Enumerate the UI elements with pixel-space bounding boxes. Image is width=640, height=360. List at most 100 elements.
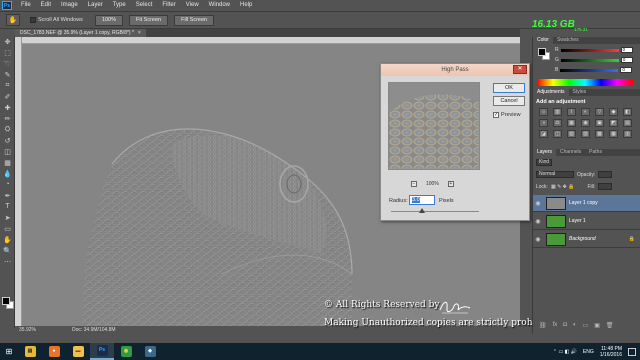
adjustment-icon[interactable]: ▽ — [595, 108, 604, 116]
panel-foreground-swatch[interactable] — [538, 48, 546, 56]
radius-slider[interactable] — [391, 208, 479, 213]
layers-footer-icon[interactable]: 🗑 — [606, 322, 614, 329]
menu-image[interactable]: Image — [56, 0, 83, 11]
adjustment-icon[interactable]: ▤ — [623, 119, 632, 127]
blue-value[interactable]: 0 — [620, 67, 633, 73]
blur-tool-icon[interactable]: 💧 — [0, 168, 15, 179]
tab-channels[interactable]: Channels — [556, 149, 585, 156]
tab-styles[interactable]: Styles — [569, 89, 591, 96]
layers-footer-icon[interactable]: ⛓ — [539, 322, 547, 329]
menu-filter[interactable]: Filter — [157, 0, 180, 11]
horizontal-ruler[interactable] — [22, 37, 520, 44]
tab-adjustments[interactable]: Adjustments — [533, 89, 569, 96]
marquee-tool-icon[interactable]: ⬚ — [0, 47, 15, 58]
notification-icon[interactable] — [628, 347, 636, 356]
visibility-eye-icon[interactable]: ◉ — [533, 236, 543, 243]
green-slider[interactable] — [560, 58, 619, 62]
fit-screen-button[interactable]: Fit Screen — [129, 14, 169, 26]
more-tools-icon[interactable]: ⋯ — [0, 256, 15, 267]
pen-tool-icon[interactable]: ✒ — [0, 190, 15, 201]
layer-row[interactable]: ◉ Layer 1 — [533, 213, 640, 230]
blend-mode-dropdown[interactable]: Normal — [536, 171, 574, 178]
tab-swatches[interactable]: Swatches — [553, 37, 583, 44]
type-tool-icon[interactable]: T — [0, 201, 15, 212]
crop-tool-icon[interactable]: ⌗ — [0, 80, 15, 91]
adjustment-icon[interactable]: ▨ — [581, 130, 590, 138]
tray-icons[interactable]: ⌃ ▭ ◧ 🔊 — [553, 349, 577, 355]
shape-tool-icon[interactable]: ▭ — [0, 223, 15, 234]
kind-filter-dropdown[interactable]: Kind — [536, 159, 553, 166]
windows-start-icon[interactable]: ⊞ — [0, 343, 18, 360]
lock-icons[interactable]: ▦ ✎ ✥ 🔒 — [551, 184, 575, 190]
adjustment-icon[interactable]: ◑ — [539, 119, 548, 127]
taskbar-app[interactable]: ▤ — [18, 343, 42, 360]
taskbar-app[interactable]: ◈ — [138, 343, 162, 360]
opacity-field[interactable] — [598, 171, 613, 178]
menu-window[interactable]: Window — [204, 0, 235, 11]
clock[interactable]: 11:48 PM 1/16/2016 — [600, 346, 622, 358]
document-close-icon[interactable]: × — [138, 29, 141, 37]
clone-stamp-tool-icon[interactable]: ⛭ — [0, 124, 15, 135]
color-spectrum[interactable] — [537, 79, 633, 86]
layers-footer-icon[interactable]: fx — [553, 322, 558, 329]
zoom-tool-icon[interactable]: 🔍 — [0, 245, 15, 256]
ok-button[interactable]: OK — [493, 83, 525, 93]
foreground-background-colors[interactable] — [2, 297, 14, 309]
taskbar-app[interactable]: ◉ — [114, 343, 138, 360]
radius-value[interactable]: 3.0 — [412, 197, 420, 203]
tab-paths[interactable]: Paths — [585, 149, 606, 156]
preview-check-icon[interactable]: ✓ — [493, 112, 499, 118]
fill-field[interactable] — [598, 183, 613, 190]
visibility-eye-icon[interactable]: ◉ — [533, 200, 543, 207]
adjustment-icon[interactable]: ◧ — [623, 108, 632, 116]
adjustment-icon[interactable]: ▥ — [623, 130, 632, 138]
adjustment-icon[interactable]: ⚖ — [553, 119, 562, 127]
layer-name[interactable]: Background — [569, 236, 596, 242]
menu-layer[interactable]: Layer — [83, 0, 108, 11]
quick-select-tool-icon[interactable]: ✎ — [0, 69, 15, 80]
document-tab[interactable]: DSC_1783.NEF @ 35.9% (Layer 1 copy, RGB/… — [15, 29, 146, 37]
adjustment-icon[interactable]: ◩ — [609, 119, 618, 127]
gradient-tool-icon[interactable]: ▦ — [0, 157, 15, 168]
menu-help[interactable]: Help — [235, 0, 257, 11]
hand-tool-icon[interactable]: ✋ — [0, 234, 15, 245]
layer-row[interactable]: ◉ Layer 1 copy — [533, 195, 640, 212]
scroll-all-windows-checkbox[interactable]: Scroll All Windows — [30, 17, 83, 23]
layer-name[interactable]: Layer 1 — [569, 218, 586, 224]
adjustment-icon[interactable]: ▥ — [553, 108, 562, 116]
hand-tool-preset-icon[interactable]: ✋ — [6, 14, 20, 26]
radius-slider-thumb[interactable] — [418, 208, 425, 213]
checkbox-box[interactable] — [30, 17, 36, 23]
taskbar-app[interactable]: ▬ — [66, 343, 90, 360]
blue-slider[interactable] — [560, 68, 619, 72]
filter-preview[interactable] — [388, 82, 480, 170]
radius-input[interactable]: 3.0 — [409, 195, 435, 205]
menu-edit[interactable]: Edit — [36, 0, 56, 11]
healing-brush-tool-icon[interactable]: ✚ — [0, 102, 15, 113]
zoom-100-button[interactable]: 100% — [94, 14, 124, 26]
zoom-out-button[interactable]: − — [411, 181, 417, 187]
adjustment-icon[interactable]: ▦ — [567, 119, 576, 127]
fill-screen-button[interactable]: Fill Screen — [174, 14, 215, 26]
taskbar-app[interactable]: ● — [42, 343, 66, 360]
tab-layers[interactable]: Layers — [533, 149, 557, 156]
dodge-tool-icon[interactable]: ◔ — [0, 179, 15, 190]
dialog-close-icon[interactable]: ✕ — [513, 65, 527, 74]
zoom-level[interactable]: 35.92% — [19, 327, 36, 333]
adjustment-icon[interactable]: ◆ — [609, 108, 618, 116]
green-value[interactable]: 0 — [620, 57, 633, 63]
cancel-button[interactable]: Cancel — [493, 96, 525, 106]
vertical-ruler[interactable] — [15, 37, 22, 326]
adjustment-icon[interactable]: ▦ — [609, 130, 618, 138]
foreground-color-swatch[interactable] — [2, 297, 10, 305]
layers-footer-icon[interactable]: ◐ — [573, 322, 577, 329]
layers-footer-icon[interactable]: ▭ — [583, 322, 589, 329]
layers-footer-icon[interactable]: ◘ — [563, 322, 567, 329]
adjustment-icon[interactable]: ◉ — [581, 119, 590, 127]
adjustment-icon[interactable]: ▧ — [567, 130, 576, 138]
menu-select[interactable]: Select — [131, 0, 158, 11]
layer-name[interactable]: Layer 1 copy — [569, 200, 598, 206]
zoom-in-button[interactable]: + — [447, 181, 454, 187]
lasso-tool-icon[interactable]: ➰ — [0, 58, 15, 69]
adjustment-icon[interactable]: ◪ — [539, 130, 548, 138]
